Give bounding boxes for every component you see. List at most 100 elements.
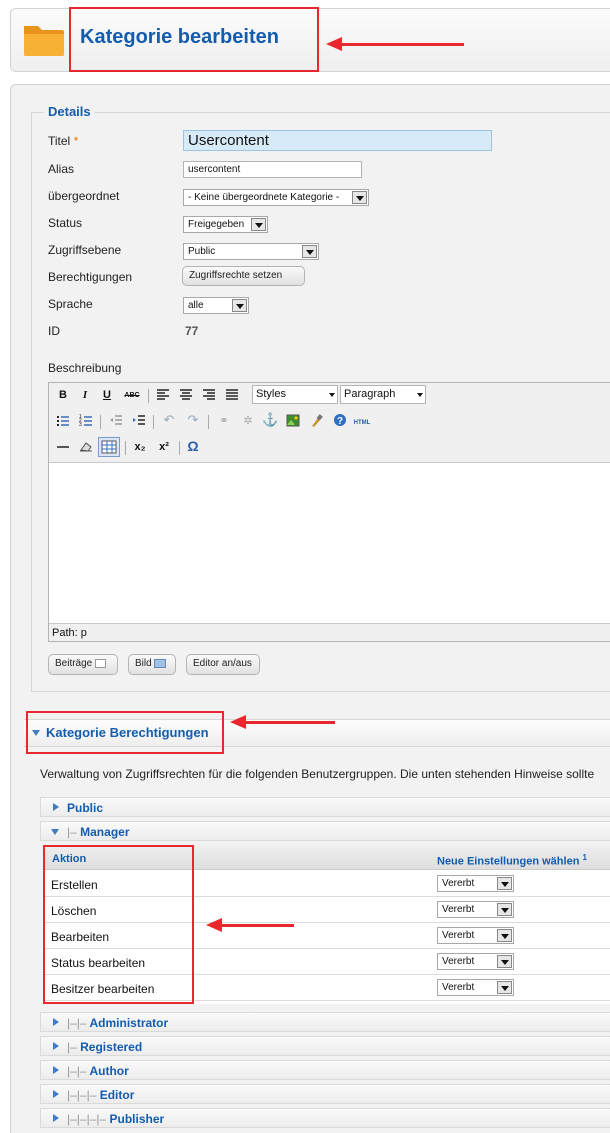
chevron-down-icon	[352, 191, 367, 204]
annotation-box-permissions	[26, 711, 224, 754]
link-icon[interactable]: ⚭	[216, 414, 232, 428]
set-permissions-button[interactable]: Zugriffsrechte setzen	[182, 266, 305, 286]
image-icon[interactable]	[285, 414, 301, 431]
access-label: Zugriffsebene	[48, 243, 122, 257]
expand-right-icon	[53, 803, 59, 811]
annotation-arrow-line-title	[340, 43, 464, 46]
anchor-icon[interactable]: ⚓	[262, 413, 278, 427]
group-public[interactable]: Public	[40, 797, 610, 817]
expand-down-icon	[51, 829, 59, 835]
toolbar-separator	[179, 441, 180, 455]
titel-input[interactable]: Usercontent	[183, 130, 492, 151]
align-justify-icon[interactable]	[224, 388, 240, 404]
chevron-down-icon	[251, 218, 266, 231]
document-icon	[95, 658, 107, 668]
toolbar-separator	[148, 389, 149, 403]
setting-select[interactable]: Vererbt	[437, 927, 514, 944]
permissions-label: Berechtigungen	[48, 270, 133, 284]
annotation-arrow-head-permissions	[230, 715, 246, 729]
html-button[interactable]: HTML	[350, 416, 374, 430]
parent-select[interactable]: - Keine übergeordnete Kategorie -	[183, 189, 369, 206]
cleanup-icon[interactable]	[309, 414, 325, 431]
outdent-icon[interactable]	[108, 414, 124, 431]
expand-right-icon	[53, 1066, 59, 1074]
chevron-down-icon	[497, 929, 512, 942]
redo-icon[interactable]: ↷	[186, 413, 200, 427]
chevron-down-icon	[232, 299, 247, 312]
align-right-icon[interactable]	[201, 388, 217, 404]
id-label: ID	[48, 324, 60, 338]
svg-text:3: 3	[79, 422, 82, 427]
access-select[interactable]: Public	[183, 243, 319, 260]
bullet-list-icon[interactable]	[55, 414, 71, 431]
toolbar-separator	[153, 415, 154, 429]
special-char-button[interactable]: Ω	[185, 439, 201, 453]
table-icon[interactable]	[98, 437, 120, 457]
undo-icon[interactable]: ↶	[162, 413, 176, 427]
toolbar-separator	[208, 415, 209, 429]
language-label: Sprache	[48, 297, 93, 311]
chevron-down-icon	[417, 393, 423, 397]
expand-right-icon	[53, 1090, 59, 1098]
folder-icon	[22, 20, 66, 58]
annotation-box-title	[69, 7, 319, 72]
column-header-setting: Neue Einstellungen wählen 1	[437, 853, 587, 868]
editor-path: Path: p	[52, 627, 87, 639]
setting-select[interactable]: Vererbt	[437, 979, 514, 996]
status-select[interactable]: Freigegeben	[183, 216, 268, 233]
group-administrator[interactable]: |–|– Administrator	[40, 1012, 610, 1032]
underline-button[interactable]: U	[100, 388, 114, 402]
alias-input[interactable]: usercontent	[183, 161, 362, 178]
group-registered[interactable]: |– Registered	[40, 1036, 610, 1056]
toggle-editor-button[interactable]: Editor an/aus	[186, 654, 260, 675]
image-button[interactable]: Bild	[128, 654, 176, 675]
unlink-icon[interactable]: ✲	[240, 414, 256, 428]
align-center-icon[interactable]	[178, 388, 194, 404]
subscript-button[interactable]: x₂	[131, 440, 149, 454]
eraser-icon[interactable]	[78, 440, 94, 456]
expand-right-icon	[53, 1114, 59, 1122]
align-left-icon[interactable]	[155, 388, 171, 404]
annotation-arrow-line-permissions	[243, 721, 335, 724]
chevron-down-icon	[497, 903, 512, 916]
language-select[interactable]: alle	[183, 297, 249, 314]
chevron-down-icon	[329, 393, 335, 397]
chevron-down-icon	[302, 245, 317, 258]
titel-label: Titel *	[48, 134, 79, 148]
annotation-arrow-line-actions	[220, 924, 294, 927]
indent-icon[interactable]	[131, 414, 147, 431]
id-value: 77	[185, 324, 199, 338]
setting-select[interactable]: Vererbt	[437, 953, 514, 970]
group-author[interactable]: |–|– Author	[40, 1060, 610, 1080]
details-legend: Details	[44, 104, 95, 119]
help-icon[interactable]: ?	[332, 413, 348, 431]
setting-select[interactable]: Vererbt	[437, 901, 514, 918]
horizontal-rule-icon[interactable]	[55, 440, 71, 456]
chevron-down-icon	[497, 877, 512, 890]
annotation-box-actions	[43, 845, 194, 1004]
annotation-arrow-head-title	[326, 37, 342, 51]
expand-right-icon	[53, 1018, 59, 1026]
chevron-down-icon	[497, 955, 512, 968]
picture-icon	[154, 658, 167, 668]
toolbar-separator	[125, 441, 126, 455]
group-manager[interactable]: |– Manager	[40, 821, 610, 841]
numbered-list-icon[interactable]: 123	[78, 414, 94, 431]
description-label: Beschreibung	[48, 361, 122, 375]
bold-button[interactable]: B	[56, 388, 70, 402]
articles-button[interactable]: Beiträge	[48, 654, 118, 675]
group-publisher[interactable]: |–|–|–|– Publisher	[40, 1108, 610, 1128]
strikethrough-button[interactable]: ABC	[121, 389, 143, 403]
setting-select[interactable]: Vererbt	[437, 875, 514, 892]
styles-select[interactable]: Styles	[252, 385, 338, 404]
svg-text:?: ?	[337, 416, 343, 427]
italic-button[interactable]: I	[78, 388, 92, 402]
superscript-button[interactable]: x²	[155, 440, 173, 454]
alias-label: Alias	[48, 162, 75, 176]
paragraph-select[interactable]: Paragraph	[340, 385, 426, 404]
permissions-note: Verwaltung von Zugriffsrechten für die f…	[40, 767, 595, 781]
status-label: Status	[48, 216, 83, 230]
editor-content-area[interactable]	[49, 462, 610, 624]
group-editor[interactable]: |–|–|– Editor	[40, 1084, 610, 1104]
chevron-down-icon	[497, 981, 512, 994]
